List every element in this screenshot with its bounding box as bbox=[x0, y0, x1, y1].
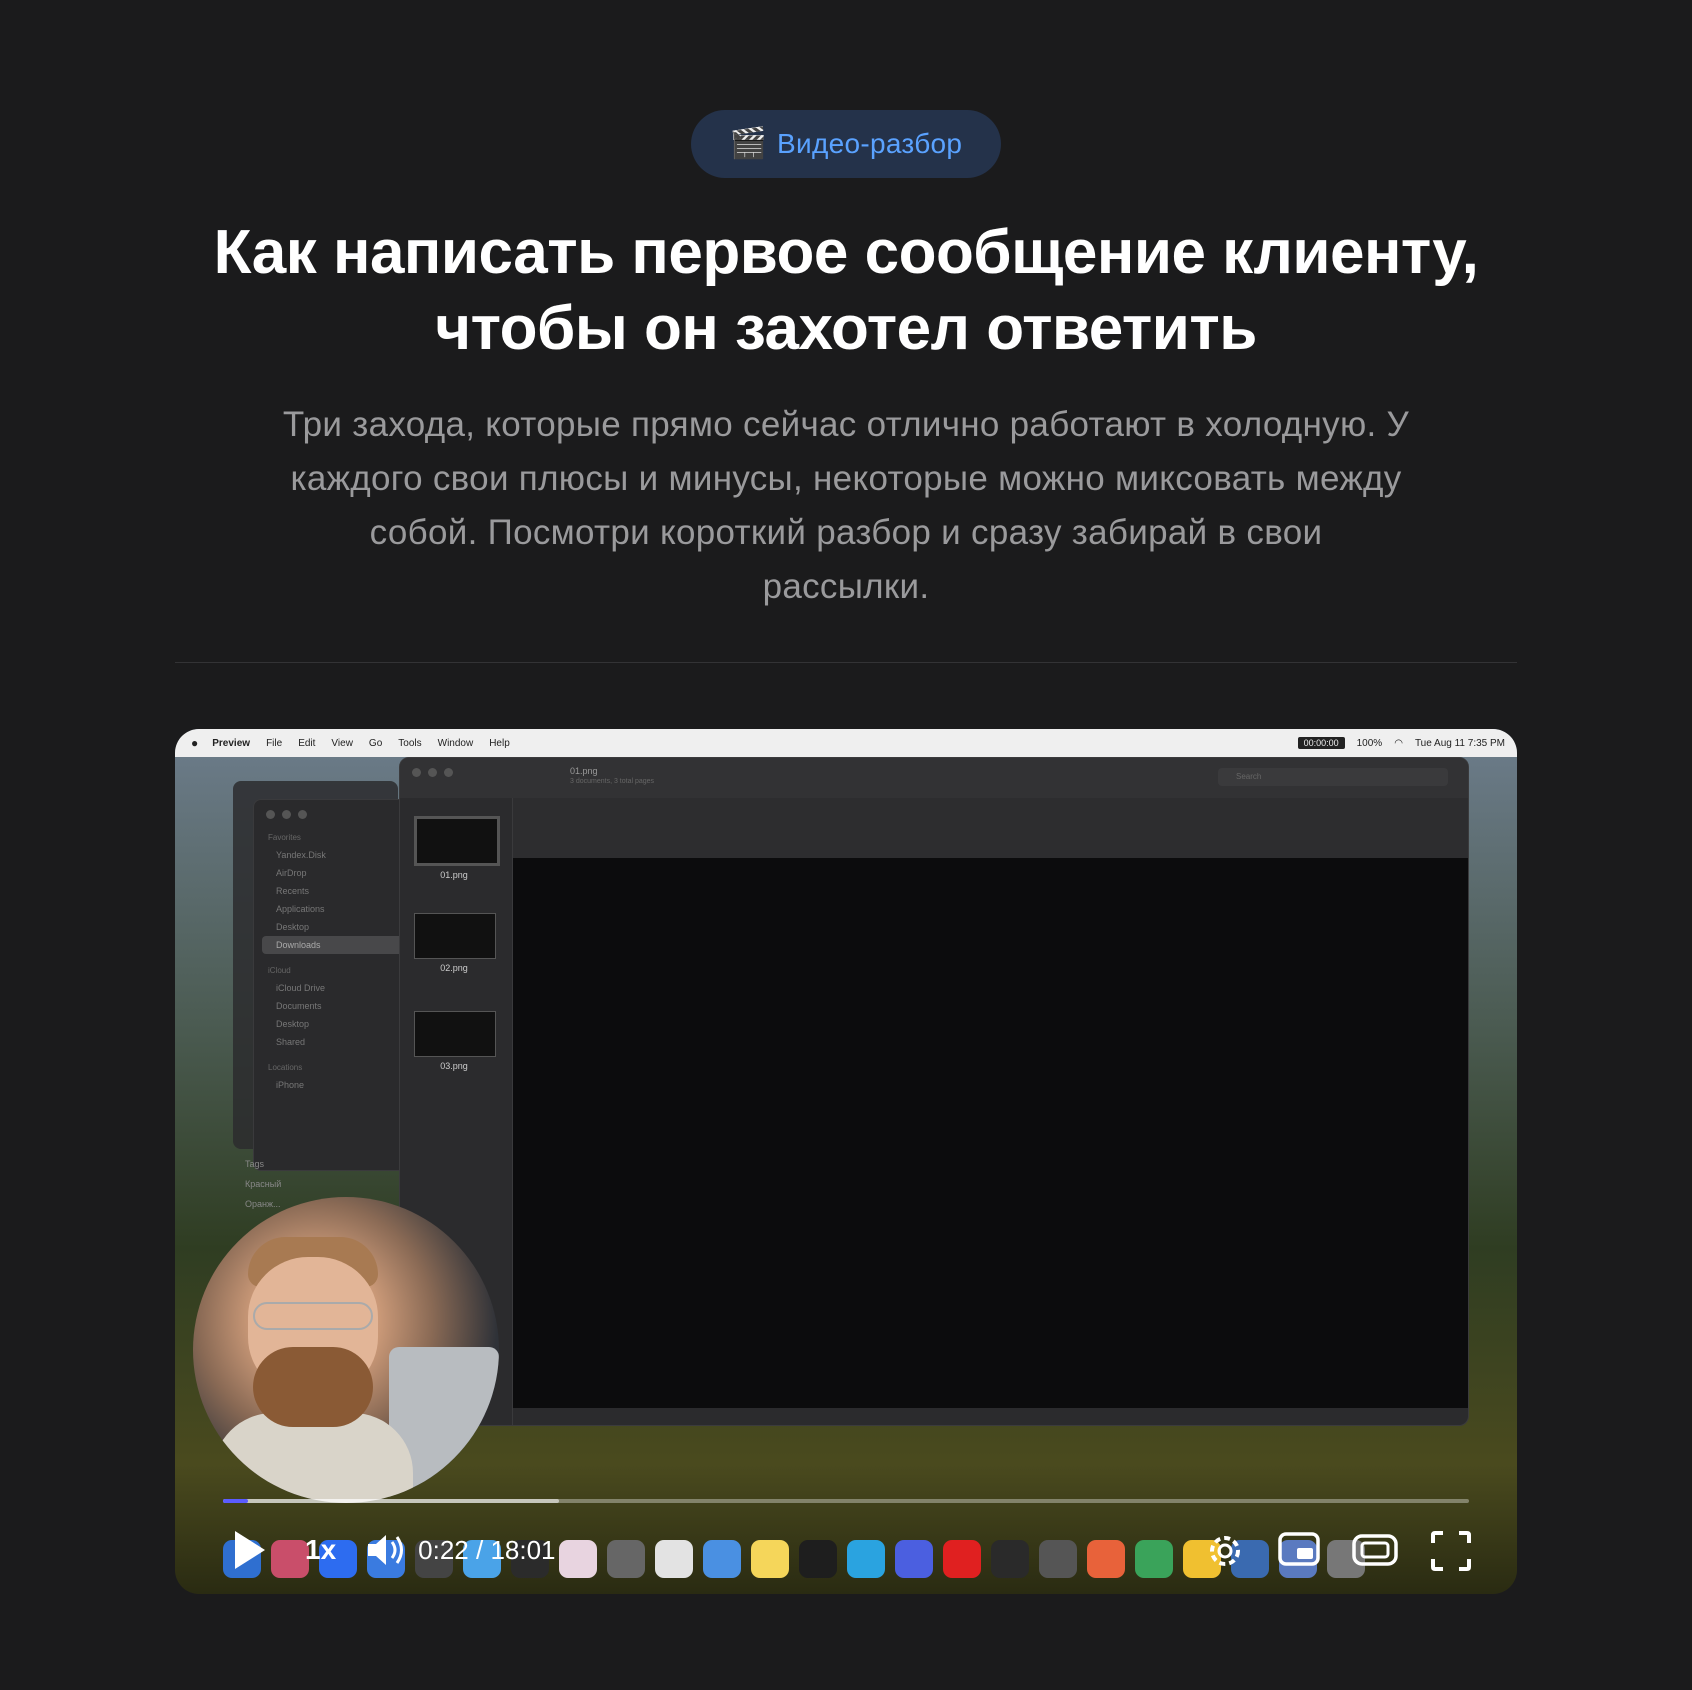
clapperboard-icon: 🎬 bbox=[729, 127, 768, 160]
menubar-item: Go bbox=[368, 737, 383, 749]
beard-shape bbox=[253, 1347, 373, 1427]
time-separator: / bbox=[468, 1534, 491, 1565]
menubar-item: File bbox=[266, 737, 283, 749]
thumbnail: 02.png bbox=[414, 913, 496, 973]
subtitle-line-4: рассылки. bbox=[762, 567, 930, 606]
settings-gear-icon[interactable] bbox=[1203, 1529, 1247, 1573]
preview-filename: 01.png bbox=[570, 766, 598, 776]
thumbnail-image bbox=[414, 816, 500, 866]
finder-section-header: Tags bbox=[245, 1159, 265, 1169]
subtitle-line-1: Три захода, которые прямо сейчас отлично… bbox=[282, 405, 1410, 444]
video-progress-fill bbox=[223, 1499, 248, 1503]
play-icon[interactable] bbox=[235, 1531, 265, 1569]
thumbnail-caption: 02.png bbox=[440, 963, 468, 973]
fullscreen-icon[interactable] bbox=[1429, 1529, 1473, 1573]
recording-timer: 00:00:00 bbox=[1297, 737, 1345, 749]
preview-canvas bbox=[513, 858, 1468, 1408]
picture-in-picture-icon[interactable] bbox=[1277, 1531, 1321, 1571]
thumbnail-image bbox=[414, 1011, 496, 1057]
battery-label: 100% bbox=[1356, 737, 1383, 749]
thumbnail: 01.png bbox=[414, 816, 500, 880]
menubar-status: 00:00:00 100% ◠ Tue Aug 11 7:35 PM bbox=[1297, 729, 1505, 757]
webcam-bubble bbox=[193, 1197, 499, 1503]
menubar-item: View bbox=[331, 737, 353, 749]
menubar-item: Window bbox=[437, 737, 474, 749]
badge-label: Видео-разбор bbox=[777, 128, 963, 159]
glasses-shape bbox=[253, 1302, 373, 1330]
menubar-datetime: Tue Aug 11 7:35 PM bbox=[1414, 737, 1505, 749]
menubar-item: Edit bbox=[298, 737, 316, 749]
thumbnail-caption: 01.png bbox=[440, 870, 468, 880]
thumbnail: 03.png bbox=[414, 1011, 496, 1071]
finder-tag-item: Оранж... bbox=[245, 1199, 281, 1209]
preview-toolbar: 01.png 3 documents, 3 total pages Search bbox=[400, 758, 1468, 798]
playback-speed-button[interactable]: 1x bbox=[305, 1534, 336, 1566]
preview-subtitle: 3 documents, 3 total pages bbox=[570, 778, 655, 785]
menubar-app-name: Preview bbox=[212, 737, 251, 749]
wifi-icon: ◠ bbox=[1394, 737, 1403, 749]
apple-icon: ● bbox=[191, 736, 199, 750]
divider bbox=[175, 662, 1517, 663]
preview-window: 01.png 3 documents, 3 total pages Search… bbox=[399, 757, 1469, 1426]
video-controls-right bbox=[1203, 1529, 1473, 1573]
video-progress-buffered bbox=[223, 1499, 560, 1503]
subtitle-line-3: собой. Посмотри короткий разбор и сразу … bbox=[369, 513, 1323, 552]
video-time: 0:22 / 18:01 bbox=[418, 1535, 555, 1566]
finder-tag-item: Красный bbox=[245, 1179, 282, 1189]
page-title: Как написать первое сообщение клиенту, ч… bbox=[120, 215, 1572, 367]
video-controls: 1x 0:22 / 18:01 bbox=[223, 1525, 1473, 1575]
duration: 18:01 bbox=[490, 1534, 556, 1565]
current-time: 0:22 bbox=[418, 1534, 469, 1565]
preview-search: Search bbox=[1218, 768, 1448, 786]
mac-menubar: ● Preview File Edit View Go Tools Window… bbox=[175, 729, 1517, 757]
video-progress-bar[interactable] bbox=[223, 1499, 1469, 1503]
theater-mode-icon[interactable] bbox=[1351, 1531, 1399, 1571]
subtitle-line-2: каждого свои плюсы и минусы, некоторые м… bbox=[290, 459, 1402, 498]
thumbnail-caption: 03.png bbox=[440, 1061, 468, 1071]
title-line-2: чтобы он захотел ответить bbox=[435, 294, 1257, 363]
thumbnail-image bbox=[414, 913, 496, 959]
menubar-item: Tools bbox=[398, 737, 422, 749]
finder-tags: Tags Красный Оранж... bbox=[245, 1159, 281, 1219]
preview-canvas-header bbox=[513, 798, 1468, 858]
section-badge: 🎬 Видео-разбор bbox=[691, 110, 1001, 178]
video-player[interactable]: ● Preview File Edit View Go Tools Window… bbox=[175, 729, 1517, 1594]
volume-icon[interactable] bbox=[366, 1532, 406, 1568]
page-subtitle: Три захода, которые прямо сейчас отлично… bbox=[220, 398, 1472, 614]
menubar-item: Help bbox=[489, 737, 510, 749]
title-line-1: Как написать первое сообщение клиенту, bbox=[213, 218, 1479, 287]
